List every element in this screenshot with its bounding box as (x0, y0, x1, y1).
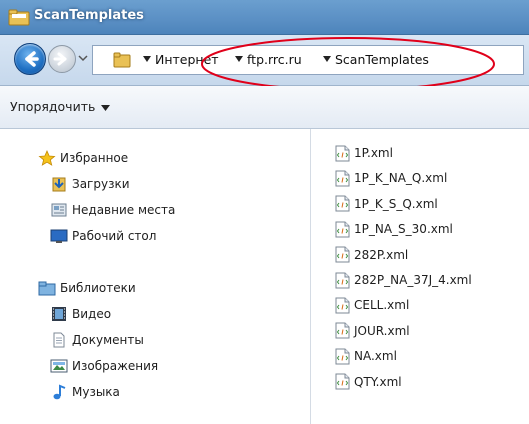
nav-item-label: Музыка (72, 385, 120, 399)
file-name: 282P_NA_37J_4.xml (354, 273, 472, 287)
file-item[interactable]: NA.xml (335, 345, 397, 367)
file-item[interactable]: 1P_NA_S_30.xml (335, 218, 453, 240)
libraries-icon (38, 281, 56, 296)
file-name: 282P.xml (354, 247, 409, 262)
star-icon (38, 150, 56, 166)
xml-file-icon (335, 221, 350, 238)
desktop-icon (50, 229, 68, 243)
nav-item-label: Документы (72, 333, 144, 347)
file-name: CELL.xml (354, 298, 410, 313)
xml-file-icon (335, 322, 350, 339)
file-name: NA.xml (354, 349, 397, 364)
nav-item-pictures[interactable]: Изображения (50, 356, 158, 376)
nav-item-label: Недавние места (72, 203, 176, 217)
file-name: 1P_K_S_Q.xml (354, 196, 438, 211)
video-icon (52, 307, 66, 321)
nav-item-label: Избранное (60, 151, 129, 165)
xml-file-icon (335, 170, 350, 187)
nav-item-video[interactable]: Видео (50, 304, 111, 324)
file-item[interactable]: JOUR.xml (335, 320, 410, 342)
xml-file-icon (335, 246, 350, 263)
file-name: JOUR.xml (354, 323, 410, 338)
file-item[interactable]: 1P_K_S_Q.xml (335, 193, 438, 215)
navigation-bar: Интернет ftp.rrc.ru ScanTemplates (0, 35, 529, 86)
organize-button[interactable]: Упорядочить (10, 99, 111, 114)
xml-file-icon (335, 348, 350, 365)
file-item[interactable]: 1P_K_NA_Q.xml (335, 167, 447, 189)
xml-file-icon (335, 297, 350, 314)
chevron-down-icon[interactable] (143, 56, 151, 62)
file-name: 1P_NA_S_30.xml (354, 222, 453, 237)
arrow-left-icon (25, 51, 39, 67)
arrow-right-icon (53, 52, 67, 66)
address-bar[interactable]: Интернет ftp.rrc.ru ScanTemplates (92, 45, 524, 75)
command-bar: Упорядочить (0, 86, 529, 129)
file-item[interactable]: 282P_NA_37J_4.xml (335, 269, 472, 291)
breadcrumb-scantemplates[interactable]: ScanTemplates (335, 52, 429, 67)
pictures-icon (50, 359, 68, 373)
music-icon (53, 384, 66, 400)
history-dropdown-icon[interactable] (78, 54, 88, 62)
folder-icon (8, 9, 30, 26)
file-item[interactable]: 282P.xml (335, 244, 408, 266)
navigation-pane: Избранное Загрузки Недавние места Рабочи… (0, 129, 311, 424)
file-item[interactable]: QTY.xml (335, 371, 402, 393)
nav-item-label: Библиотеки (60, 281, 136, 295)
recent-places-icon (51, 203, 67, 217)
nav-item-documents[interactable]: Документы (50, 330, 144, 350)
chevron-down-icon[interactable] (323, 56, 331, 62)
nav-item-desktop[interactable]: Рабочий стол (50, 226, 156, 246)
nav-item-favorites[interactable]: Избранное (38, 148, 128, 168)
breadcrumb-internet[interactable]: Интернет (155, 52, 219, 67)
xml-file-icon (335, 195, 350, 212)
file-list: 1P.xml 1P_K_NA_Q.xml 1P_K_S_Q.xml 1P_NA_S_3… (311, 129, 529, 424)
breadcrumb-ftp-server[interactable]: ftp.rrc.ru (247, 52, 302, 67)
forward-button[interactable] (48, 45, 76, 73)
file-item[interactable]: CELL.xml (335, 294, 409, 316)
folder-icon (113, 52, 131, 68)
file-item[interactable]: 1P.xml (335, 142, 393, 164)
nav-item-downloads[interactable]: Загрузки (50, 174, 130, 194)
chevron-down-icon (101, 104, 111, 111)
xml-file-icon (335, 272, 350, 288)
documents-icon (53, 332, 65, 348)
nav-item-label: Рабочий стол (72, 229, 157, 243)
nav-item-label: Загрузки (72, 177, 130, 191)
organize-label: Упорядочить (10, 99, 96, 114)
chevron-down-icon[interactable] (235, 56, 243, 62)
xml-file-icon (335, 373, 350, 390)
file-name: 1P_K_NA_Q.xml (354, 171, 448, 186)
window-title: ScanTemplates (34, 8, 144, 23)
nav-item-label: Изображения (72, 359, 159, 373)
nav-item-recent-places[interactable]: Недавние места (50, 200, 175, 220)
xml-file-icon (335, 145, 350, 161)
file-name: 1P.xml (354, 146, 393, 160)
nav-item-label: Видео (72, 307, 112, 321)
file-name: QTY.xml (354, 374, 402, 389)
back-button[interactable] (14, 43, 46, 75)
downloads-icon (52, 177, 66, 192)
nav-item-music[interactable]: Музыка (50, 382, 120, 402)
nav-item-libraries[interactable]: Библиотеки (38, 278, 136, 298)
title-bar: ScanTemplates (0, 0, 529, 35)
